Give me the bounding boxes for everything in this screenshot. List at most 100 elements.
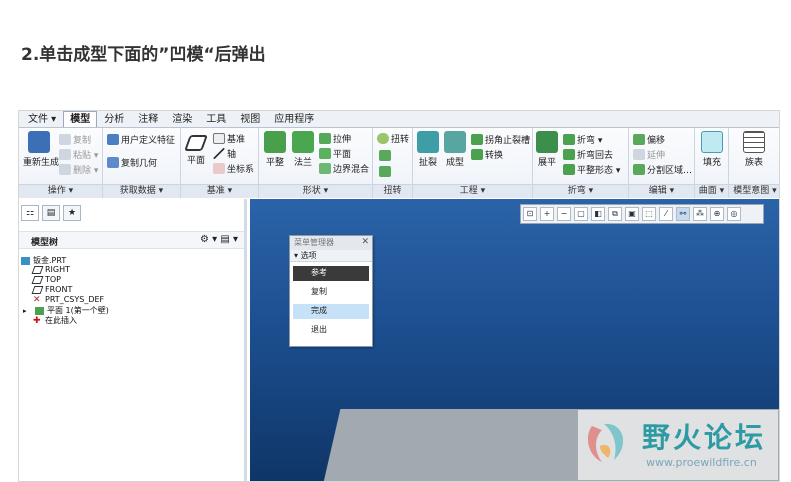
datum-axis-button[interactable]: 轴: [213, 147, 236, 160]
group-engineering: 扯裂 成型 拐角止裂槽 转换 工程 ▾: [413, 128, 533, 198]
display-style-icon[interactable]: ◧: [591, 207, 605, 221]
flat-pattern-button[interactable]: 平整形态 ▾: [563, 163, 620, 176]
perspective-icon[interactable]: ⬚: [642, 207, 656, 221]
planar-icon: [319, 148, 331, 159]
datum-point-button[interactable]: 基准: [213, 132, 245, 145]
family-table-button[interactable]: 族表: [741, 131, 767, 168]
group-label-model-intent[interactable]: 模型意图 ▾: [729, 184, 779, 198]
extrude-button[interactable]: 拉伸: [319, 132, 351, 145]
flange-button[interactable]: 法兰: [290, 131, 316, 168]
tree-node-insert-here[interactable]: ✚ 在此插入: [33, 315, 77, 326]
expand-arrow-icon[interactable]: ▸: [23, 307, 32, 315]
offset-icon: [633, 134, 645, 145]
group-label-get-data[interactable]: 获取数据 ▾: [103, 184, 180, 198]
favorites-tab-icon[interactable]: ★: [63, 205, 81, 221]
group-operations: 重新生成 复制 粘贴 ▾ 删除 ▾ 操作 ▾: [19, 128, 103, 198]
bend-back-button[interactable]: 折弯回去: [563, 148, 613, 161]
model-tree-tab-icon[interactable]: ⚏: [21, 205, 39, 221]
group-label-datum[interactable]: 基准 ▾: [181, 184, 258, 198]
tree-node-right[interactable]: RIGHT: [31, 265, 70, 274]
udf-button[interactable]: 用户定义特征: [107, 133, 175, 146]
tab-render[interactable]: 渲染: [165, 111, 199, 127]
group-label-twist[interactable]: 扭转: [373, 184, 412, 198]
view-manager-icon[interactable]: ▣: [625, 207, 639, 221]
annotation-display-icon[interactable]: ◎: [727, 207, 741, 221]
group-label-operations[interactable]: 操作 ▾: [19, 184, 102, 198]
tree-node-front[interactable]: FRONT: [31, 285, 72, 294]
tab-file[interactable]: 文件 ▾: [21, 111, 63, 127]
twist-tool-2-icon: [379, 166, 391, 177]
tree-settings-icon[interactable]: ⚙ ▾ ▤ ▾: [200, 234, 238, 245]
folder-browser-tab-icon[interactable]: ▤: [42, 205, 60, 221]
tree-node-csys[interactable]: ✕ PRT_CSYS_DEF: [33, 295, 104, 304]
datum-plane-icon: [31, 265, 44, 274]
menu-item-done[interactable]: 完成: [293, 304, 369, 319]
form-button[interactable]: 成型: [443, 131, 467, 168]
corner-relief-icon: [471, 134, 483, 145]
form-icon: [444, 131, 466, 153]
tab-model[interactable]: 模型: [63, 111, 98, 127]
tab-analysis[interactable]: 分析: [97, 111, 131, 127]
planar-button[interactable]: 平面: [319, 147, 351, 160]
menu-item-reference[interactable]: 参考: [293, 266, 369, 281]
menu-manager-titlebar[interactable]: 菜单管理器 ✕: [290, 236, 372, 250]
unbend-button[interactable]: 展平: [535, 131, 559, 168]
datum-display-icon[interactable]: ⁄: [659, 207, 673, 221]
group-label-engineering[interactable]: 工程 ▾: [413, 184, 532, 198]
tree-node-top[interactable]: TOP: [31, 275, 61, 284]
boundary-blend-button[interactable]: 边界混合: [319, 162, 369, 175]
ribbon-tabs: 文件 ▾ 模型 分析 注释 渲染 工具 视图 应用程序: [19, 111, 779, 128]
tab-annotate[interactable]: 注释: [131, 111, 165, 127]
close-icon[interactable]: ✕: [361, 236, 369, 249]
group-label-edit[interactable]: 编辑 ▾: [629, 184, 694, 198]
udf-icon: [107, 134, 119, 145]
bend-icon: [563, 134, 575, 145]
copy-geometry-button[interactable]: 复制几何: [107, 156, 157, 169]
regenerate-button[interactable]: 重新生成: [23, 131, 59, 168]
extend-button[interactable]: 延伸: [633, 148, 665, 161]
twist-tool-2[interactable]: [379, 166, 391, 177]
datum-plane-button[interactable]: 平面: [184, 131, 208, 166]
menu-item-copy[interactable]: 复制: [293, 285, 369, 300]
fill-button[interactable]: 填充: [699, 131, 725, 168]
csys-display-icon[interactable]: ⊕: [710, 207, 724, 221]
panel-tabs: ⚏ ▤ ★: [21, 205, 81, 221]
fill-icon: [701, 131, 723, 153]
repaint-icon[interactable]: ▢: [574, 207, 588, 221]
menu-item-quit[interactable]: 退出: [293, 323, 369, 338]
twist-tool-1[interactable]: [379, 150, 391, 161]
rip-button[interactable]: 扯裂: [416, 131, 440, 168]
paste-icon: [59, 149, 71, 160]
convert-icon: [471, 149, 483, 160]
group-label-bend[interactable]: 折弯 ▾: [533, 184, 628, 198]
zoom-out-icon[interactable]: −: [557, 207, 571, 221]
paste-button[interactable]: 粘贴 ▾: [59, 148, 98, 161]
tab-tools[interactable]: 工具: [199, 111, 233, 127]
datum-axis-display-icon[interactable]: ⚯: [676, 207, 690, 221]
watermark-url: www.proewildfire.cn: [646, 456, 757, 469]
group-label-shapes[interactable]: 形状 ▾: [259, 184, 372, 198]
corner-relief-button[interactable]: 拐角止裂槽: [471, 133, 530, 146]
datum-plane-icon: [31, 285, 44, 294]
datum-point-display-icon[interactable]: ⁂: [693, 207, 707, 221]
tab-applications[interactable]: 应用程序: [267, 111, 321, 127]
options-label: 选项: [300, 251, 317, 260]
options-section[interactable]: ▾ 选项: [290, 250, 372, 262]
delete-button[interactable]: 删除 ▾: [59, 163, 98, 176]
split-area-button[interactable]: 分割区域…: [633, 163, 692, 176]
flat-wall-button[interactable]: 平整: [262, 131, 288, 168]
twist-button[interactable]: 扭转: [377, 132, 409, 145]
copy-button[interactable]: 复制: [59, 133, 91, 146]
group-label-surfaces[interactable]: 曲面 ▾: [695, 184, 728, 198]
convert-button[interactable]: 转换: [471, 148, 503, 161]
offset-button[interactable]: 偏移: [633, 133, 665, 146]
saved-orientations-icon[interactable]: ⧉: [608, 207, 622, 221]
rip-icon: [417, 131, 439, 153]
csys-button[interactable]: 坐标系: [213, 162, 254, 175]
zoom-in-icon[interactable]: +: [540, 207, 554, 221]
bend-button[interactable]: 折弯 ▾: [563, 133, 602, 146]
group-get-data: 用户定义特征 复制几何 获取数据 ▾: [103, 128, 181, 198]
tab-view[interactable]: 视图: [233, 111, 267, 127]
group-edit: 偏移 延伸 分割区域… 编辑 ▾: [629, 128, 695, 198]
refit-icon[interactable]: ⊡: [523, 207, 537, 221]
